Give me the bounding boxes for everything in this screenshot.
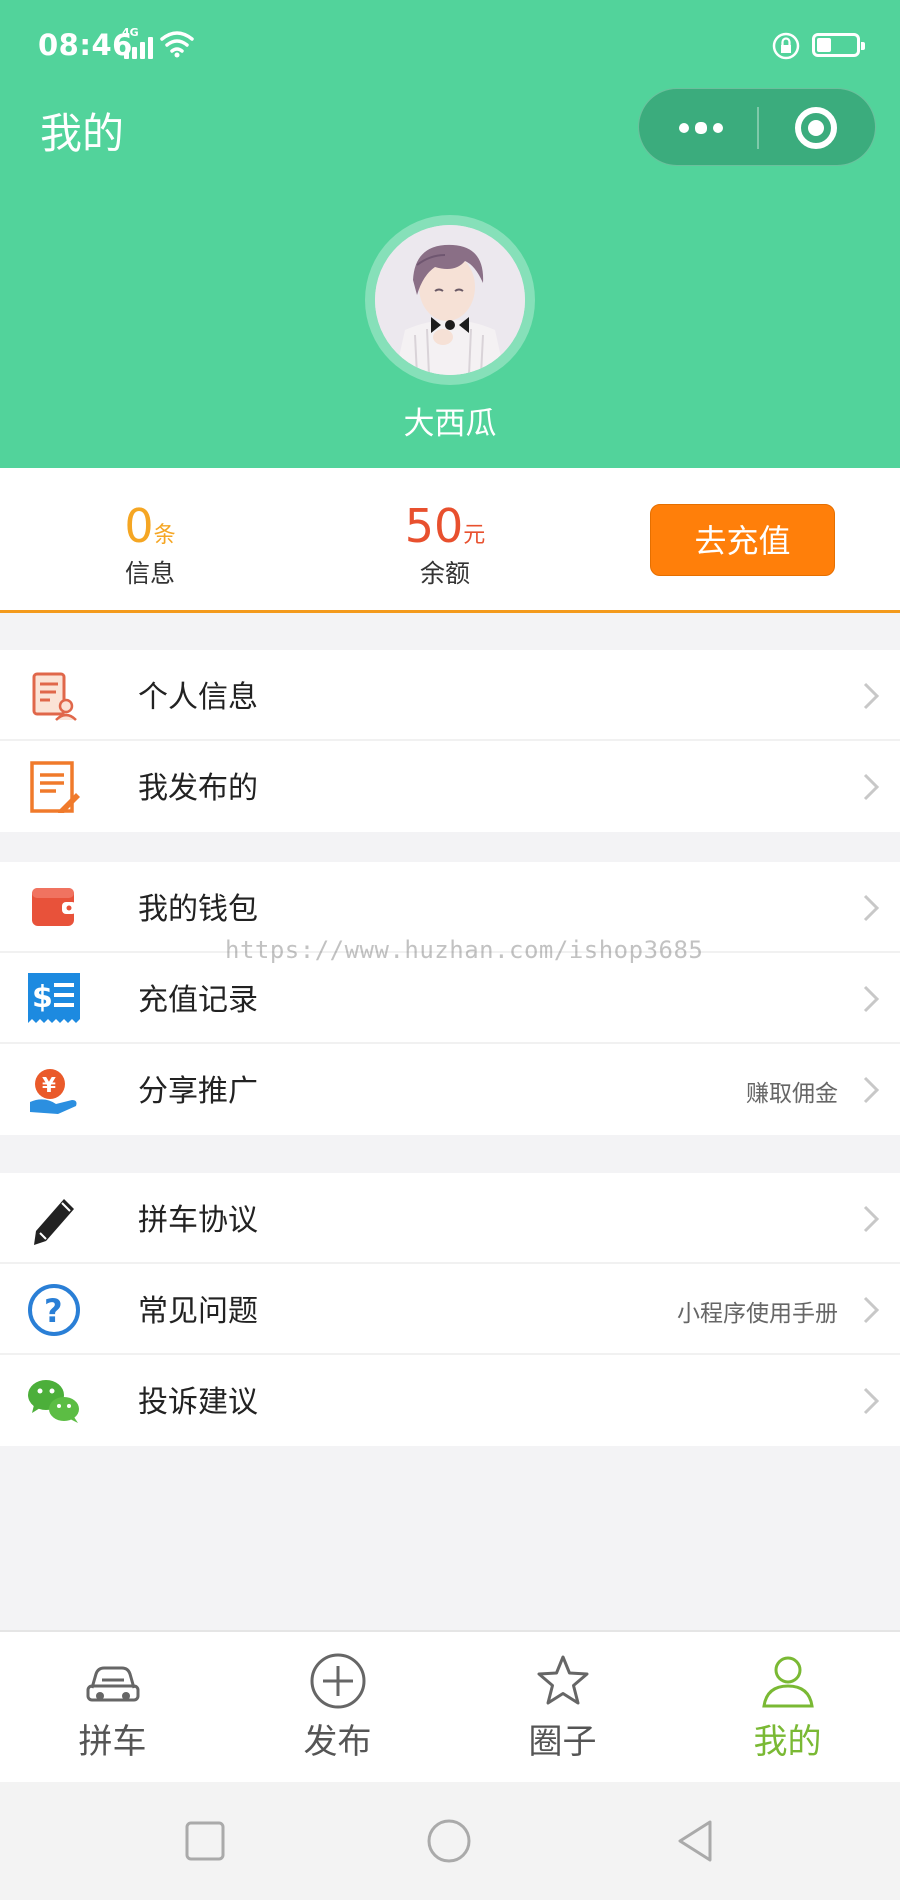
balance-unit: 元 bbox=[463, 523, 486, 548]
close-mini-program-button[interactable] bbox=[759, 89, 877, 167]
wifi-icon bbox=[160, 31, 194, 58]
balance-label: 余额 bbox=[419, 559, 470, 588]
tab-circle[interactable]: 圈子 bbox=[450, 1632, 675, 1784]
svg-text:?: ? bbox=[44, 1292, 63, 1330]
menu-label: 我发布的 bbox=[138, 771, 258, 806]
account-stats: 0条 信息 50元 余额 去充值 bbox=[0, 468, 900, 613]
mini-program-capsule bbox=[638, 88, 876, 166]
menu-label: 个人信息 bbox=[138, 680, 258, 715]
chevron-right-icon bbox=[863, 894, 880, 922]
plus-circle-icon bbox=[310, 1653, 366, 1709]
menu-item-feedback[interactable]: 投诉建议 bbox=[0, 1355, 900, 1446]
messages-stat[interactable]: 0条 信息 bbox=[100, 502, 200, 590]
messages-count: 0 bbox=[124, 499, 154, 553]
wallet-icon bbox=[32, 888, 76, 926]
messages-label: 信息 bbox=[124, 559, 175, 588]
chevron-right-icon bbox=[863, 1296, 880, 1324]
username: 大西瓜 bbox=[403, 406, 497, 442]
back-button[interactable] bbox=[672, 1818, 718, 1864]
chevron-right-icon bbox=[863, 985, 880, 1013]
menu-item-my-posts[interactable]: 我发布的 bbox=[0, 741, 900, 832]
signal-icon bbox=[124, 37, 154, 59]
menu-item-share-promote[interactable]: ¥ 分享推广 赚取佣金 bbox=[0, 1044, 900, 1135]
menu-subtitle: 赚取佣金 bbox=[746, 1081, 838, 1107]
menu-label: 拼车协议 bbox=[138, 1203, 258, 1238]
avatar-ring bbox=[365, 215, 535, 385]
status-time: 08:46 bbox=[38, 28, 133, 62]
chevron-right-icon bbox=[863, 682, 880, 710]
wechat-icon bbox=[28, 1380, 79, 1423]
user-icon bbox=[762, 1656, 814, 1708]
tab-mine[interactable]: 我的 bbox=[675, 1632, 900, 1784]
menu-group-profile: 个人信息 我发布的 bbox=[0, 650, 900, 832]
menu-label: 分享推广 bbox=[138, 1074, 258, 1109]
menu-item-faq[interactable]: ? 常见问题 小程序使用手册 bbox=[0, 1264, 900, 1355]
tab-publish[interactable]: 发布 bbox=[225, 1632, 450, 1784]
car-icon bbox=[86, 1666, 140, 1702]
more-dot bbox=[713, 123, 723, 133]
balance-amount: 50 bbox=[404, 499, 464, 553]
receipt-icon: $ bbox=[28, 973, 80, 1023]
document-edit-icon bbox=[30, 761, 80, 813]
question-icon: ? bbox=[28, 1284, 80, 1336]
home-button[interactable] bbox=[426, 1818, 472, 1864]
menu-group-finance: 我的钱包 $ 充值记录 ¥ 分享推广 赚取佣金 bbox=[0, 862, 900, 1135]
more-button[interactable] bbox=[639, 89, 757, 167]
tab-label: 拼车 bbox=[78, 1722, 147, 1762]
menu-label: 充值记录 bbox=[138, 983, 258, 1018]
rotation-lock-icon bbox=[772, 32, 800, 60]
menu-item-carpool-agreement[interactable]: 拼车协议 bbox=[0, 1173, 900, 1264]
svg-text:$: $ bbox=[32, 980, 53, 1015]
bottom-tab-bar: 拼车 发布 圈子 我的 bbox=[0, 1630, 900, 1782]
more-dot bbox=[695, 122, 707, 134]
chevron-right-icon bbox=[863, 1076, 880, 1104]
menu-group-help: 拼车协议 ? 常见问题 小程序使用手册 投诉建议 bbox=[0, 1173, 900, 1446]
chevron-right-icon bbox=[863, 1205, 880, 1233]
yuan-hand-icon: ¥ bbox=[30, 1069, 77, 1114]
profile-card-icon bbox=[32, 672, 77, 721]
chevron-right-icon bbox=[863, 1387, 880, 1415]
recents-button[interactable] bbox=[182, 1818, 228, 1864]
star-icon bbox=[537, 1655, 589, 1705]
tab-label: 圈子 bbox=[528, 1722, 597, 1762]
more-dot bbox=[679, 123, 689, 133]
watermark-text: https://www.huzhan.com/ishop3685 bbox=[225, 936, 704, 964]
system-navigation-bar bbox=[0, 1782, 900, 1900]
tab-label: 我的 bbox=[753, 1722, 822, 1762]
menu-label: 我的钱包 bbox=[138, 892, 258, 927]
menu-item-recharge-history[interactable]: $ 充值记录 bbox=[0, 953, 900, 1044]
avatar[interactable] bbox=[375, 225, 525, 375]
battery-icon bbox=[812, 33, 865, 57]
status-bar: 08:46 4G bbox=[0, 0, 900, 90]
menu-subtitle: 小程序使用手册 bbox=[677, 1301, 838, 1327]
messages-unit: 条 bbox=[153, 523, 176, 548]
header: 08:46 4G 我的 大西瓜 bbox=[0, 0, 900, 468]
svg-text:¥: ¥ bbox=[42, 1073, 56, 1097]
pencil-icon bbox=[34, 1199, 74, 1245]
chevron-right-icon bbox=[863, 773, 880, 801]
page-title: 我的 bbox=[40, 109, 125, 158]
recharge-button[interactable]: 去充值 bbox=[650, 504, 835, 576]
avatar-image bbox=[375, 225, 525, 375]
tab-carpool[interactable]: 拼车 bbox=[0, 1632, 225, 1784]
menu-item-personal-info[interactable]: 个人信息 bbox=[0, 650, 900, 741]
balance-stat[interactable]: 50元 余额 bbox=[385, 502, 505, 590]
tab-label: 发布 bbox=[303, 1722, 372, 1762]
menu-label: 常见问题 bbox=[138, 1294, 258, 1329]
menu-label: 投诉建议 bbox=[138, 1385, 258, 1420]
